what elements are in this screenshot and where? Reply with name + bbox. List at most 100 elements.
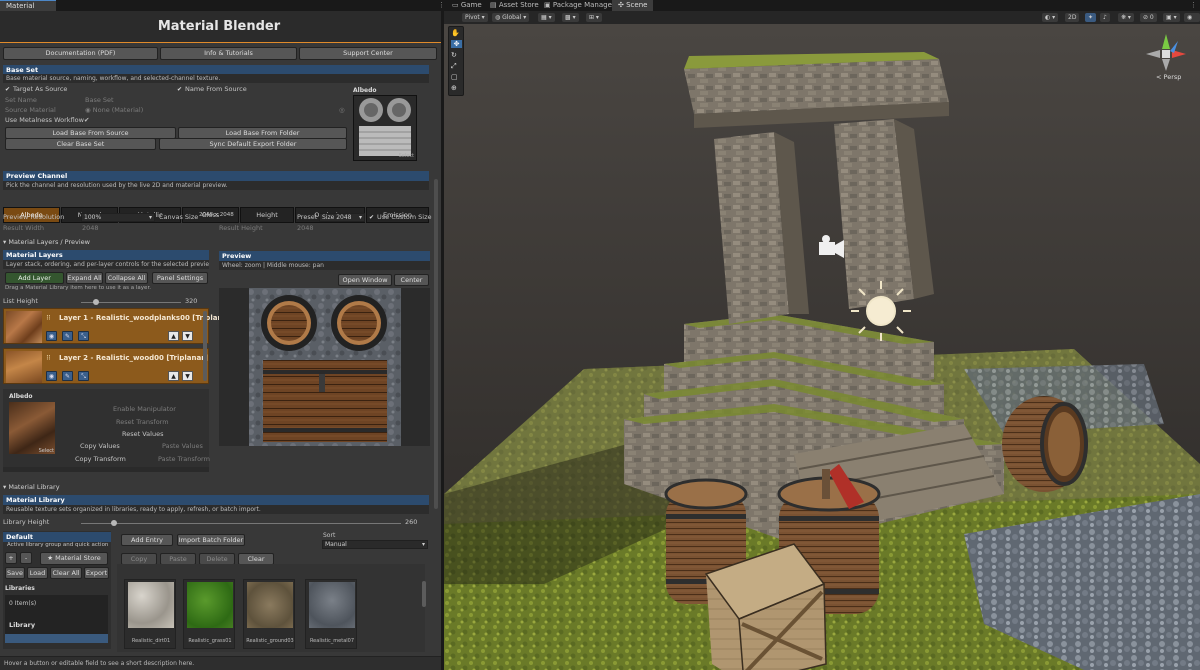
albedo-select-button[interactable]: Select	[399, 153, 414, 159]
camera-settings-icon[interactable]: ▣ ▾	[1163, 13, 1180, 22]
albedo-thumbnail[interactable]: Select	[353, 95, 417, 161]
material-store-button[interactable]: ★ Material Store	[40, 552, 108, 565]
hidden-objects-icon[interactable]: ⊘ 0	[1140, 13, 1157, 22]
center-button[interactable]: Center	[394, 274, 429, 286]
move-tool-icon[interactable]: ✥	[451, 40, 462, 48]
move-down-arrow-icon[interactable]: ▼	[182, 331, 193, 341]
reset-transform-label[interactable]: Reset Transform	[116, 418, 169, 427]
layer-albedo-select[interactable]: Select	[39, 448, 54, 454]
layer-horizontal-scrollbar[interactable]	[3, 467, 209, 472]
visibility-eye-icon[interactable]: ◉	[46, 331, 57, 341]
clear-base-set-button[interactable]: Clear Base Set	[5, 138, 156, 150]
library-clear-all-button[interactable]: Clear All	[50, 567, 82, 579]
visibility-eye-icon[interactable]: ◉	[46, 371, 57, 381]
name-from-source-toggle[interactable]: ✔ Name From Source	[177, 85, 247, 94]
layers-section-foldout[interactable]: ▾ Material Layers / Preview	[3, 238, 90, 247]
set-name-field[interactable]: Base Set	[85, 96, 114, 105]
lighting-toggle-icon[interactable]: ✦	[1085, 13, 1097, 22]
snap-icon[interactable]: ⊞ ▾	[586, 13, 602, 22]
rotate-tool-icon[interactable]: ↻	[451, 51, 457, 59]
panel-settings-button[interactable]: Panel Settings	[152, 272, 208, 284]
enable-manipulator-label[interactable]: Enable Manipulator	[113, 405, 176, 414]
scale-tool-icon[interactable]: ⤢	[451, 62, 457, 71]
library-height-value[interactable]: 260	[405, 518, 417, 527]
increment-snap-icon[interactable]: ▩ ▾	[562, 13, 579, 22]
library-list-item[interactable]: Library	[9, 621, 35, 630]
collapse-all-button[interactable]: Collapse All	[105, 272, 148, 284]
scene-view[interactable]: Pivot ▾ ◍ Global ▾ ▦ ▾ ▩ ▾ ⊞ ▾ ◐ ▾ 2D ✦ …	[444, 11, 1200, 670]
library-section-foldout[interactable]: ▾ Material Library	[3, 483, 60, 492]
target-as-source-toggle[interactable]: ✔ Target As Source	[5, 85, 67, 94]
copy-transform-button[interactable]: Copy Transform	[75, 455, 126, 464]
grid-snap-icon[interactable]: ▦ ▾	[538, 13, 555, 22]
object-picker-icon[interactable]: ◎	[339, 106, 345, 115]
copy-values-button[interactable]: Copy Values	[80, 442, 120, 451]
rect-tool-icon[interactable]: ▢	[451, 73, 458, 81]
list-height-knob[interactable]	[93, 299, 99, 305]
library-selected-row[interactable]	[5, 634, 108, 643]
preset-dropdown[interactable]: Size 2048 ▾	[319, 213, 365, 222]
library-height-knob[interactable]	[111, 520, 117, 526]
layer-list-scrollbar[interactable]	[203, 311, 207, 381]
add-entry-button[interactable]: Add Entry	[121, 534, 173, 546]
material-item-ground[interactable]: Realistic_ground03	[243, 579, 295, 649]
support-center-button[interactable]: Support Center	[299, 47, 437, 60]
preview-resolution-dropdown[interactable]: 100% ▾	[81, 213, 155, 222]
audio-toggle-icon[interactable]: ♪	[1100, 13, 1110, 22]
edit-pencil-icon[interactable]: ✎	[62, 371, 73, 381]
paste-transform-button[interactable]: Paste Transform	[158, 455, 210, 464]
transform-tool-icon[interactable]: ⊕	[451, 84, 457, 92]
custom-size-toggle[interactable]: ✔ Use Custom Size	[369, 213, 432, 222]
move-up-arrow-icon[interactable]: ▲	[168, 331, 179, 341]
tab-game[interactable]: ▭ Game	[446, 0, 488, 11]
pivot-dropdown[interactable]: Pivot ▾	[462, 13, 488, 22]
preview-viewport[interactable]	[219, 288, 430, 446]
layer-item-1[interactable]: ⠿ Layer 1 - Realistic_woodplanks00 [Trip…	[3, 308, 234, 344]
info-tutorials-button[interactable]: Info & Tutorials	[160, 47, 297, 60]
global-dropdown[interactable]: ◍ Global ▾	[492, 13, 530, 22]
channel-tab-height[interactable]: Height	[240, 207, 294, 223]
library-save-button[interactable]: Save	[5, 567, 25, 579]
tab-material-blender[interactable]: Material Blender*	[0, 0, 56, 21]
material-item-grass[interactable]: Realistic_grass01	[183, 579, 235, 649]
add-library-button[interactable]: +	[5, 552, 17, 564]
sync-export-folder-button[interactable]: Sync Default Export Folder	[159, 138, 347, 150]
orientation-gizmo[interactable]	[1140, 29, 1192, 79]
sort-dropdown[interactable]: Manual ▾	[322, 540, 428, 549]
tab-package-manager[interactable]: ▣ Package Manager	[538, 0, 621, 11]
transform-icon[interactable]: ⤡	[78, 331, 89, 341]
scene-tab-menu-icon[interactable]: ⋮	[1184, 0, 1200, 11]
edit-pencil-icon[interactable]: ✎	[62, 331, 73, 341]
gizmos-icon[interactable]: ◉ ▾	[1184, 13, 1200, 30]
persp-label[interactable]: < Persp	[1156, 73, 1181, 81]
add-layer-button[interactable]: Add Layer	[5, 272, 64, 284]
metalness-checkbox[interactable]: ✔	[84, 116, 89, 125]
tab-asset-store[interactable]: ▤ Asset Store	[484, 0, 545, 11]
library-height-slider[interactable]	[81, 520, 401, 526]
layer-item-2[interactable]: ⠿ Layer 2 - Realistic_wood00 [Triplanar]…	[3, 348, 209, 384]
source-material-field[interactable]: ◉ None (Material)	[85, 106, 143, 115]
drag-handle-icon[interactable]: ⠿	[46, 354, 51, 363]
library-load-button[interactable]: Load	[27, 567, 48, 579]
expand-all-button[interactable]: Expand All	[66, 272, 103, 284]
open-window-button[interactable]: Open Window	[338, 274, 392, 286]
move-up-arrow-icon[interactable]: ▲	[168, 371, 179, 381]
material-item-dirt[interactable]: Realistic_dirt01	[124, 579, 176, 649]
drag-handle-icon[interactable]: ⠿	[46, 314, 51, 323]
library-export-button[interactable]: Export	[84, 567, 109, 579]
paste-values-button[interactable]: Paste Values	[162, 442, 203, 451]
documentation-button[interactable]: Documentation (PDF)	[3, 47, 158, 60]
transform-icon[interactable]: ⤡	[78, 371, 89, 381]
layer-albedo-thumbnail[interactable]: Select	[9, 402, 55, 454]
list-height-value[interactable]: 320	[185, 297, 197, 306]
import-batch-button[interactable]: Import Batch Folder	[177, 534, 245, 546]
move-down-arrow-icon[interactable]: ▼	[182, 371, 193, 381]
shading-mode-icon[interactable]: ◐ ▾	[1042, 13, 1059, 22]
reset-values-button[interactable]: Reset Values	[122, 430, 163, 439]
tab-scene[interactable]: ✣ Scene	[612, 0, 654, 11]
main-scrollbar[interactable]	[434, 179, 438, 509]
remove-library-button[interactable]: -	[20, 552, 32, 564]
material-item-metal[interactable]: Realistic_metal07	[305, 579, 357, 649]
toggle-2d-button[interactable]: 2D	[1065, 13, 1080, 22]
library-grid-scrollbar[interactable]	[422, 581, 426, 607]
